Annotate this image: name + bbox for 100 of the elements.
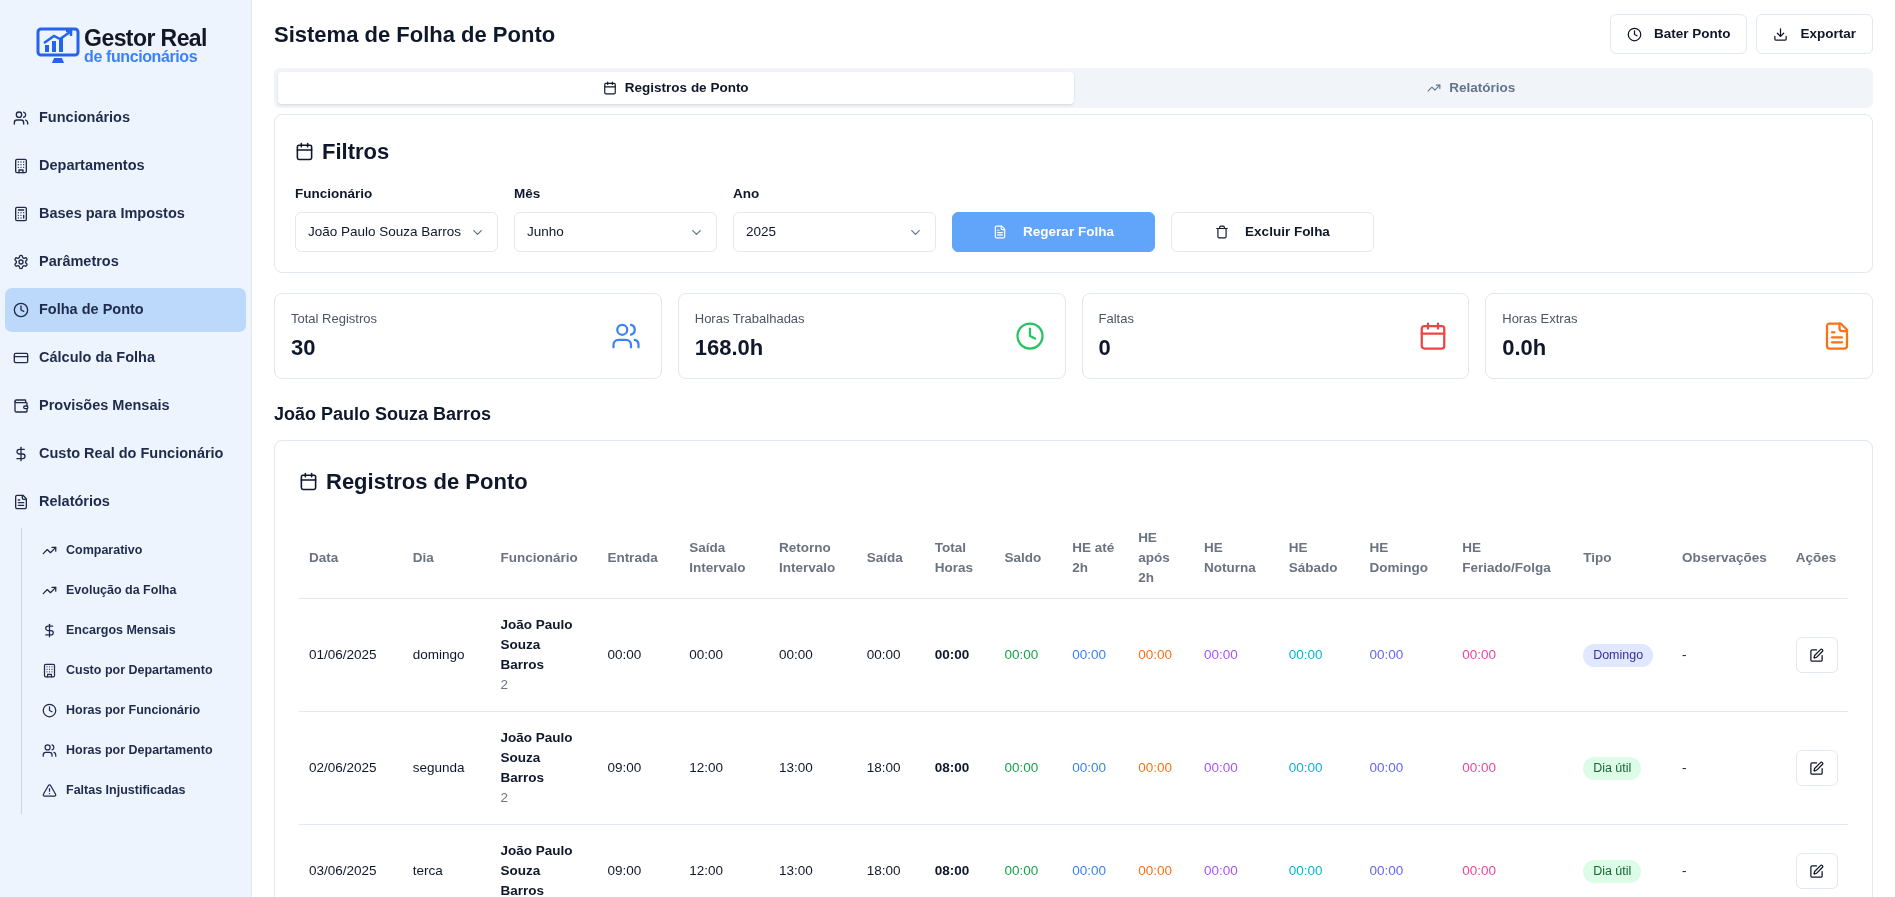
column-header: Saldo (994, 518, 1063, 599)
column-header: Observações (1672, 518, 1786, 599)
clock-in-button[interactable]: Bater Ponto (1609, 14, 1748, 54)
edit-icon (1809, 647, 1825, 663)
delete-button[interactable]: Excluir Folha (1171, 212, 1374, 253)
stat-label: Horas Trabalhadas (694, 310, 805, 328)
table-cell: 00:00 (1193, 824, 1279, 897)
table-cell: 00:00 (1062, 598, 1129, 712)
page-title: Sistema de Folha de Ponto (274, 20, 556, 49)
table-cell: 00:00 (994, 824, 1063, 897)
table-cell: 00:00 (994, 711, 1063, 825)
table-cell: domingo (402, 598, 491, 712)
sidebar-subitem[interactable]: Encargos Mensais (34, 610, 246, 650)
table-cell: 08:00 (924, 824, 995, 897)
edit-icon (1809, 760, 1825, 776)
sidebar-subitem[interactable]: Custo por Departamento (34, 650, 246, 690)
card-title: Filtros (322, 138, 390, 166)
table-cell: 00:00 (1278, 824, 1360, 897)
table-cell: 00:00 (1128, 824, 1194, 897)
table-cell: - (1672, 824, 1786, 897)
column-header: HE Sábado (1278, 518, 1360, 599)
column-header: HE Domingo (1359, 518, 1453, 599)
sidebar-item[interactable]: Departamentos (5, 144, 246, 188)
table-cell: segunda (402, 711, 491, 825)
calendar-icon (295, 142, 314, 161)
sidebar-subitem[interactable]: Faltas Injustificadas (34, 770, 246, 810)
table-cell: 00:00 (1062, 711, 1129, 825)
table-cell: 01/06/2025 (299, 598, 403, 712)
table-cell: 00:00 (994, 598, 1063, 712)
sidebar-item[interactable]: Relatórios (5, 480, 246, 524)
wallet-icon (13, 398, 29, 414)
stat-value: 168.0h (694, 333, 765, 362)
table-cell: 12:00 (679, 711, 769, 825)
calculator-icon (13, 206, 29, 222)
table-cell: 13:00 (769, 824, 857, 897)
edit-button[interactable] (1795, 853, 1838, 890)
field-label: Mês (514, 185, 542, 203)
dollar-icon (13, 446, 29, 462)
logo-title: Gestor Real (84, 27, 207, 50)
table-cell: 13:00 (769, 711, 857, 825)
table-cell: 00:00 (1359, 598, 1453, 712)
column-header: Retorno Intervalo (769, 518, 857, 599)
select-field[interactable]: 2025 (733, 212, 936, 253)
column-header: HE Noturna (1193, 518, 1279, 599)
stat-value: 0.0h (1502, 333, 1548, 362)
sidebar-item[interactable]: Folha de Ponto (5, 288, 246, 332)
clock-icon (42, 702, 57, 718)
stat-value: 30 (291, 333, 317, 362)
card-title: Registros de Ponto (326, 468, 528, 497)
column-header: Dia (402, 518, 491, 599)
sidebar-subitem[interactable]: Comparativo (34, 530, 246, 570)
column-header: Entrada (597, 518, 680, 599)
export-button[interactable]: Exportar (1756, 14, 1873, 54)
table-cell: 00:00 (769, 598, 857, 712)
table-cell: 00:00 (1278, 598, 1360, 712)
column-header: Funcionário (490, 518, 598, 599)
trash-icon (1215, 225, 1230, 240)
edit-button[interactable] (1795, 750, 1838, 787)
select-field[interactable]: João Paulo Souza Barros (295, 212, 498, 253)
stat-label: Total Registros (291, 310, 377, 328)
table-cell: 03/06/2025 (299, 824, 403, 897)
sidebar-subitem[interactable]: Horas por Departamento (34, 730, 246, 770)
employee-id: 2 (500, 676, 510, 695)
edit-button[interactable] (1795, 637, 1838, 674)
logo-subtitle: de funcionários (84, 49, 199, 65)
calendar-icon (299, 472, 318, 492)
tab[interactable]: Relatórios (1073, 72, 1869, 104)
sidebar-subitem[interactable]: Evolução da Folha (34, 570, 246, 610)
sidebar-item[interactable]: Bases para Impostos (5, 192, 246, 236)
select-field[interactable]: Junho (514, 212, 717, 253)
building-icon (13, 158, 29, 174)
download-icon (1773, 26, 1789, 42)
type-badge: Domingo (1583, 643, 1654, 667)
sidebar-subitem[interactable]: Horas por Funcionário (34, 690, 246, 730)
dollar-icon (42, 622, 57, 638)
field-label: Ano (733, 185, 761, 203)
document-icon (993, 225, 1008, 240)
table-cell: 09:00 (597, 711, 680, 825)
clock-icon (1626, 26, 1642, 42)
table-cell: 02/06/2025 (299, 711, 403, 825)
sidebar-item[interactable]: Funcionários (5, 96, 246, 140)
clock-icon (1014, 321, 1045, 352)
table-cell: 00:00 (1128, 598, 1194, 712)
sidebar-item[interactable]: Custo Real do Funcionário (5, 432, 246, 476)
table-cell: 00:00 (679, 598, 769, 712)
sidebar-item[interactable]: Provisões Mensais (5, 384, 246, 428)
tab[interactable]: Registros de Ponto (278, 72, 1074, 104)
document-icon (13, 494, 29, 510)
table-cell: 00:00 (1452, 824, 1574, 897)
table-cell: 00:00 (1359, 711, 1453, 825)
employee-heading: João Paulo Souza Barros (274, 403, 493, 427)
table-cell: 00:00 (1278, 711, 1360, 825)
sidebar-item[interactable]: Parâmetros (5, 240, 246, 284)
sidebar-item[interactable]: Cálculo da Folha (5, 336, 246, 380)
logo-icon (36, 26, 81, 66)
table-cell: 18:00 (856, 824, 925, 897)
column-header: Tipo (1573, 518, 1672, 599)
table-cell: 08:00 (924, 711, 995, 825)
table-cell: 00:00 (924, 598, 995, 712)
settings-icon (13, 254, 29, 270)
